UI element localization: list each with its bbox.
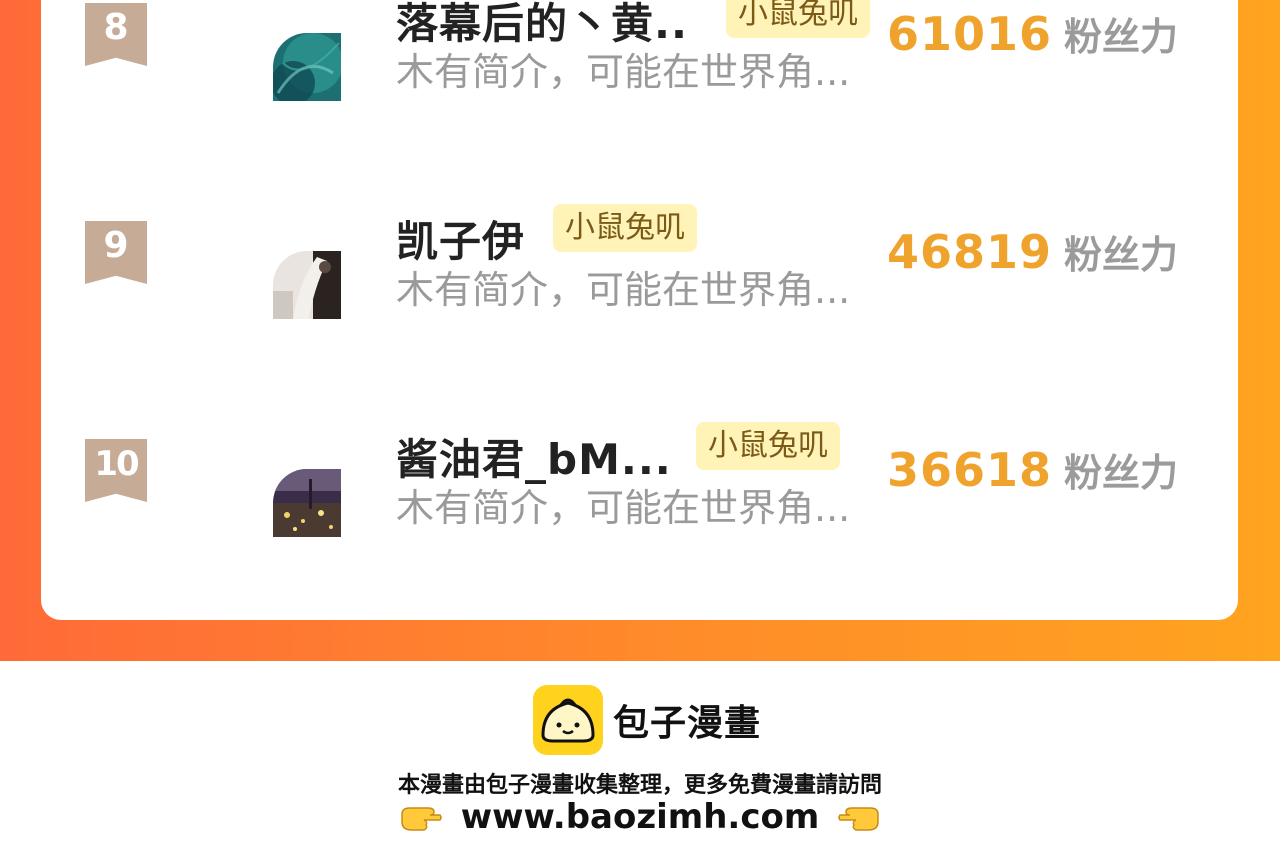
user-intro: 木有简介，可能在世界角... — [396, 486, 851, 530]
avatar[interactable] — [273, 251, 341, 319]
ranking-row[interactable]: 9 凯子伊 小鼠兔叽 木有简介，可能在世界角... 46819 粉丝力 — [41, 188, 1238, 388]
pointing-left-hand-icon — [838, 807, 880, 831]
pointing-right-hand-icon — [400, 807, 442, 831]
user-intro: 木有简介，可能在世界角... — [396, 50, 851, 94]
avatar-image — [273, 469, 341, 537]
site-footer: 包子漫畫 本漫畫由包子漫畫收集整理，更多免費漫畫請訪問 www.baozimh.… — [0, 661, 1280, 861]
fans-value: 61016 — [887, 7, 1053, 61]
ranking-card: 8 落幕后的丶黄.. 小鼠兔叽 木有简介，可能在世界角... 61016 粉丝力 … — [41, 0, 1238, 620]
user-tag: 小鼠兔叽 — [696, 422, 840, 470]
fans-unit: 粉丝力 — [1064, 451, 1179, 495]
fans-value: 46819 — [887, 225, 1053, 279]
avatar[interactable] — [273, 33, 341, 101]
user-intro: 木有简介，可能在世界角... — [396, 268, 851, 312]
fans-unit: 粉丝力 — [1064, 233, 1179, 277]
fans-value: 36618 — [887, 443, 1053, 497]
fans-unit: 粉丝力 — [1064, 15, 1179, 59]
rank-badge-icon: 8 — [85, 3, 147, 66]
avatar-image — [273, 251, 341, 319]
brand[interactable]: 包子漫畫 — [533, 685, 761, 755]
url-row: www.baozimh.com — [0, 797, 1280, 837]
ranking-frame: 8 落幕后的丶黄.. 小鼠兔叽 木有简介，可能在世界角... 61016 粉丝力 … — [0, 0, 1280, 661]
ranking-row[interactable]: 10 酱油君_bM... 小鼠兔叽 木有简介，可能在世界角... 36618 粉… — [41, 406, 1238, 606]
footer-notice: 本漫畫由包子漫畫收集整理，更多免費漫畫請訪問 — [397, 773, 882, 798]
user-tag: 小鼠兔叽 — [553, 204, 697, 252]
rank-badge-icon: 10 — [85, 439, 147, 502]
rank-badge-icon: 9 — [85, 221, 147, 284]
avatar[interactable] — [273, 469, 341, 537]
fans-score: 46819 粉丝力 — [887, 224, 1178, 279]
user-tag: 小鼠兔叽 — [726, 0, 870, 38]
site-url-link[interactable]: www.baozimh.com — [461, 797, 820, 837]
fans-score: 36618 粉丝力 — [887, 442, 1178, 497]
fans-score: 61016 粉丝力 — [887, 6, 1178, 61]
ranking-row[interactable]: 8 落幕后的丶黄.. 小鼠兔叽 木有简介，可能在世界角... 61016 粉丝力 — [41, 0, 1238, 170]
bun-logo-icon — [533, 685, 603, 755]
brand-name: 包子漫畫 — [613, 703, 762, 744]
avatar-image — [273, 33, 341, 101]
